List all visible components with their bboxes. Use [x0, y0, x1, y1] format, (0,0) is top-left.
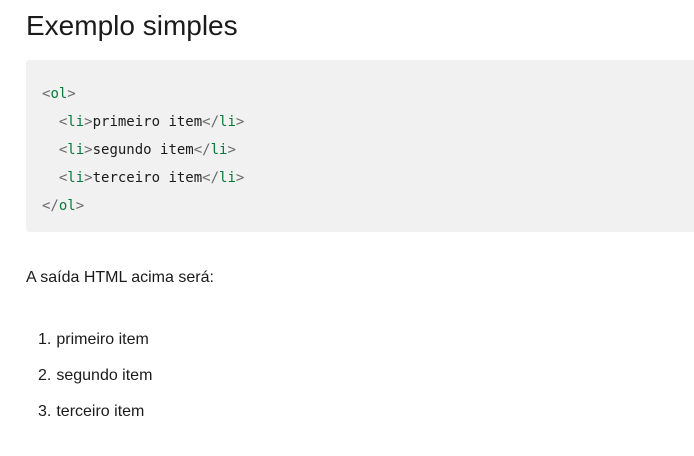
list-item: 2. segundo item — [38, 367, 153, 384]
article-content: Exemplo simples <ol> <li>primeiro item</… — [0, 0, 694, 456]
list-item: 3. terceiro item — [38, 403, 145, 420]
code-line-item-1: <li>primeiro item</li> — [58, 114, 245, 130]
code-line-item-3: <li>terceiro item</li> — [58, 170, 245, 186]
rendered-ordered-list: 1. primeiro item 2. segundo item 3. terceir… — [38, 330, 152, 438]
list-item: 1. primeiro item — [38, 331, 149, 348]
code-line-item-2: <li>segundo item</li> — [58, 142, 236, 158]
output-description: A saída HTML acima será: — [26, 269, 214, 286]
code-example: <ol> <li>primeiro item</li> <li>segundo … — [26, 60, 694, 232]
code-text: <ol> <li>primeiro item</li> <li>segundo … — [26, 60, 694, 220]
section-heading: Exemplo simples — [26, 10, 238, 41]
code-line-ol-open: <ol> — [42, 86, 76, 102]
code-line-ol-close: </ol> — [42, 198, 85, 214]
